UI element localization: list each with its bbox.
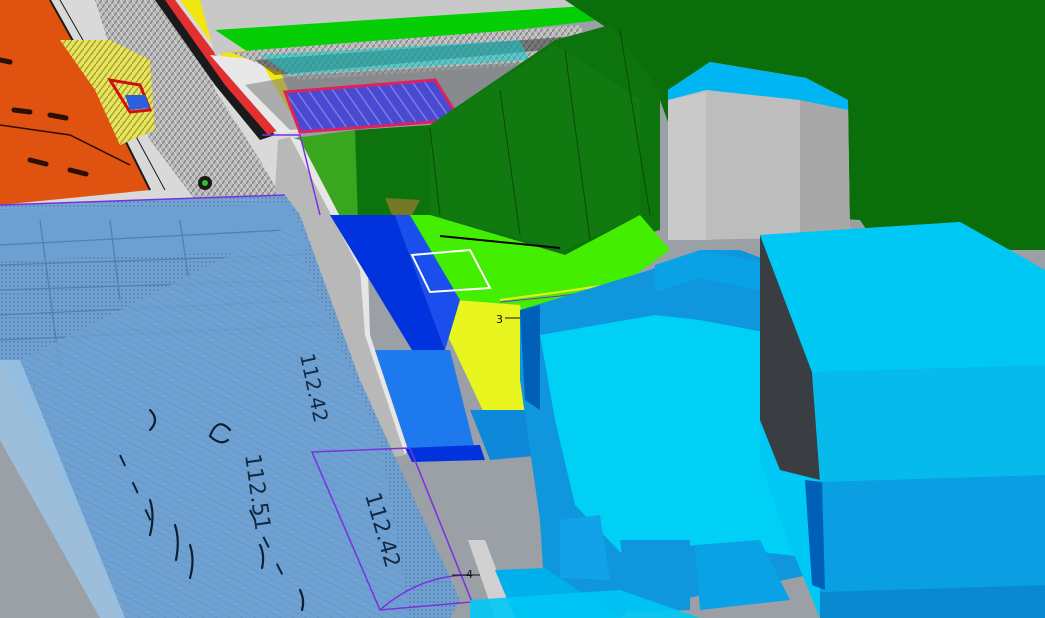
3d-model-viewport[interactable]: 112.42 112.51 112.42 3 4 [0,0,1045,618]
marker-3-label: 3 [496,313,503,326]
building-right[interactable] [760,222,1045,618]
tower-building[interactable] [668,62,850,240]
marker-4-label: 4 [466,568,473,581]
viewport-canvas[interactable]: 112.42 112.51 112.42 3 4 [0,0,1045,618]
marker-4[interactable]: 4 [452,568,480,581]
